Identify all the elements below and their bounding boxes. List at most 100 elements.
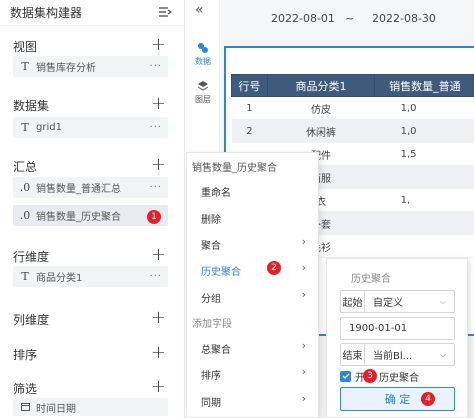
data-tab-label: 数据 <box>195 57 211 66</box>
start-label: 起始 <box>341 291 365 312</box>
text-type-icon: T <box>21 60 29 73</box>
filter-add-icon[interactable]: + <box>151 378 166 396</box>
table-cell <box>374 165 474 189</box>
history-aggregate-panel: 历史聚合 起始 自定义 ⌵ 1900-01-01 结束 当前Bl... ⌵ 开 … <box>326 258 468 418</box>
step-badge-2: 2 <box>267 261 281 275</box>
summary-section-title: 汇总 <box>13 160 38 174</box>
end-select[interactable]: 结束 当前Bl... ⌵ <box>340 343 455 366</box>
submenu-arrow-icon: › <box>301 235 306 248</box>
table-cell: 1, <box>374 188 474 212</box>
layer-tab-label: 图层 <box>195 95 211 104</box>
confirm-button[interactable]: 确 定 <box>340 387 455 411</box>
more-icon[interactable]: ··· <box>149 122 162 133</box>
chevron-down-icon: ⌵ <box>440 349 447 359</box>
start-value: 自定义 <box>373 298 403 309</box>
sort-add-icon[interactable]: + <box>151 344 166 362</box>
row-dim-field-item[interactable]: T 商品分类1 ··· <box>13 266 168 287</box>
more-icon[interactable]: ··· <box>149 61 162 72</box>
dataset-builder-panel: 数据集构建器 视图 + T 销售库存分析 ··· 数据集 + T grid1 ·… <box>0 0 185 418</box>
panel-title: 历史聚合 <box>351 274 391 285</box>
end-date[interactable]: 2022-08-30 <box>372 12 436 25</box>
builder-title: 数据集构建器 <box>10 6 83 20</box>
filter-field-label: 时间日期 <box>36 403 76 415</box>
menu-item-group[interactable]: 分组 <box>201 290 221 305</box>
menu-item-delete[interactable]: 删除 <box>201 211 221 226</box>
menu-item-history-aggregate[interactable]: 历史聚合 <box>201 263 241 278</box>
submenu-arrow-icon: › <box>301 288 306 301</box>
table-row[interactable]: 2 休闲裤 1,0 <box>231 119 474 143</box>
add-field-group-label: 添加字段 <box>192 319 232 330</box>
confirm-button-label: 确 定 <box>384 393 411 406</box>
start-date-input[interactable]: 1900-01-01 <box>340 317 455 340</box>
step-badge-4: 4 <box>421 392 435 406</box>
menu-item-same-period[interactable]: 同期 <box>201 394 221 409</box>
submenu-arrow-icon: › <box>301 261 306 274</box>
submenu-arrow-icon: › <box>301 392 306 405</box>
dataset-field-label: grid1 <box>36 122 62 133</box>
filter-section-title: 筛选 <box>13 382 38 396</box>
number-type-icon: .0 <box>19 181 31 194</box>
more-icon[interactable]: ··· <box>149 271 162 282</box>
view-add-icon[interactable]: + <box>151 36 166 54</box>
table-cell: 1,5 <box>374 142 474 166</box>
summary-field-label: 销售数量_普通汇总 <box>36 184 121 195</box>
submenu-arrow-icon: › <box>301 365 306 378</box>
dataset-field-item[interactable]: T grid1 ··· <box>13 117 168 138</box>
row-dim-add-icon[interactable]: + <box>151 246 166 264</box>
context-menu-title: 销售数量_历史聚合 <box>192 163 277 174</box>
layer-tab[interactable]: 图层 <box>186 80 220 105</box>
builder-header: 数据集构建器 <box>0 0 184 26</box>
step-badge-3: 3 <box>363 369 377 383</box>
table-cell: 1,0 <box>374 119 474 143</box>
summary-add-icon[interactable]: + <box>151 156 166 174</box>
number-type-icon: .0 <box>19 209 31 222</box>
row-dim-section-title: 行维度 <box>13 250 50 264</box>
table-cell: 1 <box>231 96 268 120</box>
end-value: 当前Bl... <box>373 351 413 362</box>
table-cell <box>374 211 474 235</box>
table-cell: 1,0 <box>374 96 474 120</box>
table-cell <box>374 234 474 258</box>
filter-field-item[interactable]: 时间日期 <box>13 398 168 416</box>
text-type-icon: T <box>21 121 29 134</box>
dataset-section-title: 数据集 <box>13 99 50 113</box>
column-header[interactable]: 行号 <box>231 74 268 97</box>
table-cell: 仿皮 <box>267 96 375 120</box>
col-dim-section-title: 列维度 <box>13 313 50 327</box>
step-badge-1: 1 <box>147 210 161 224</box>
collapse-icon[interactable]: « <box>195 2 204 18</box>
calendar-icon <box>18 401 32 414</box>
more-icon[interactable]: ··· <box>149 182 162 193</box>
chevron-down-icon: ⌵ <box>440 296 447 306</box>
table-cell: 休闲裤 <box>267 119 375 143</box>
field-context-menu: 销售数量_历史聚合 重命名 删除 聚合 › 历史聚合 › 2 分组 › 添加字段… <box>186 152 319 418</box>
summary-field-item-active[interactable]: .0 销售数量_历史聚合 <box>13 205 168 226</box>
settings-list-icon[interactable] <box>158 6 172 18</box>
column-header[interactable]: 商品分类1 <box>266 74 376 97</box>
start-date-value: 1900-01-01 <box>349 323 408 334</box>
menu-item-sort[interactable]: 排序 <box>201 367 221 382</box>
text-type-icon: T <box>21 270 29 283</box>
menu-item-total-aggregate[interactable]: 总聚合 <box>201 341 231 356</box>
summary-field-item[interactable]: .0 销售数量_普通汇总 ··· <box>13 177 168 198</box>
menu-item-aggregate[interactable]: 聚合 <box>201 237 221 252</box>
data-tab[interactable]: 数据 <box>186 42 220 67</box>
view-field-label: 销售库存分析 <box>36 63 96 74</box>
submenu-arrow-icon: › <box>301 339 306 352</box>
checkbox-label: 历史聚合 <box>379 372 419 384</box>
date-separator: ~ <box>345 12 355 25</box>
view-field-item[interactable]: T 销售库存分析 ··· <box>13 56 168 77</box>
table-row[interactable]: 1 仿皮 1,0 <box>231 96 474 120</box>
sort-section-title: 排序 <box>13 348 38 362</box>
column-header[interactable]: 销售数量_普通 <box>374 74 474 97</box>
dataset-add-icon[interactable]: + <box>151 95 166 113</box>
start-date[interactable]: 2022-08-01 <box>271 12 335 25</box>
data-icon <box>198 43 208 53</box>
menu-item-rename[interactable]: 重命名 <box>201 184 231 199</box>
view-section-title: 视图 <box>13 40 38 54</box>
start-select[interactable]: 起始 自定义 ⌵ <box>340 290 455 313</box>
checkbox-checked-icon[interactable] <box>340 370 351 382</box>
col-dim-add-icon[interactable]: + <box>151 309 166 327</box>
table-cell: 2 <box>231 119 268 143</box>
history-aggregate-checkbox-row[interactable]: 开 历史聚合 <box>340 369 419 384</box>
